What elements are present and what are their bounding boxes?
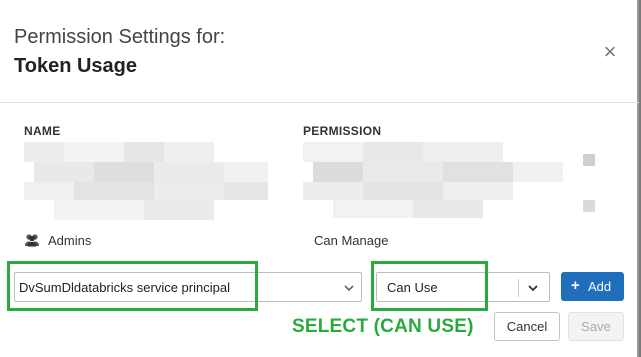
cancel-button[interactable]: Cancel bbox=[494, 312, 560, 341]
plus-icon: + bbox=[571, 277, 580, 294]
annotation-select-can-use: SELECT (CAN USE) bbox=[292, 316, 474, 337]
column-header-name: NAME bbox=[24, 124, 61, 138]
dialog-header: Permission Settings for: Token Usage × bbox=[0, 0, 639, 103]
add-button-label: Add bbox=[588, 279, 612, 294]
column-header-permission: PERMISSION bbox=[303, 124, 382, 138]
add-button[interactable]: + Add bbox=[561, 272, 624, 301]
highlight-principal-box bbox=[7, 261, 258, 311]
select-divider bbox=[518, 279, 519, 297]
principal-admins: Admins bbox=[48, 233, 92, 248]
chevron-down-icon[interactable] bbox=[343, 282, 355, 294]
permission-settings-dialog: Permission Settings for: Token Usage × N… bbox=[0, 0, 639, 357]
dialog-title-object: Token Usage bbox=[14, 55, 137, 77]
redacted-permissions bbox=[303, 142, 603, 220]
highlight-permission-box bbox=[371, 261, 488, 311]
close-icon[interactable]: × bbox=[598, 40, 622, 64]
save-button[interactable]: Save bbox=[568, 312, 624, 341]
permission-can-manage: Can Manage bbox=[314, 233, 389, 248]
users-icon bbox=[25, 234, 39, 247]
dialog-title-prefix: Permission Settings for: bbox=[14, 26, 226, 48]
chevron-down-icon[interactable] bbox=[527, 282, 539, 294]
redacted-names bbox=[24, 142, 268, 220]
